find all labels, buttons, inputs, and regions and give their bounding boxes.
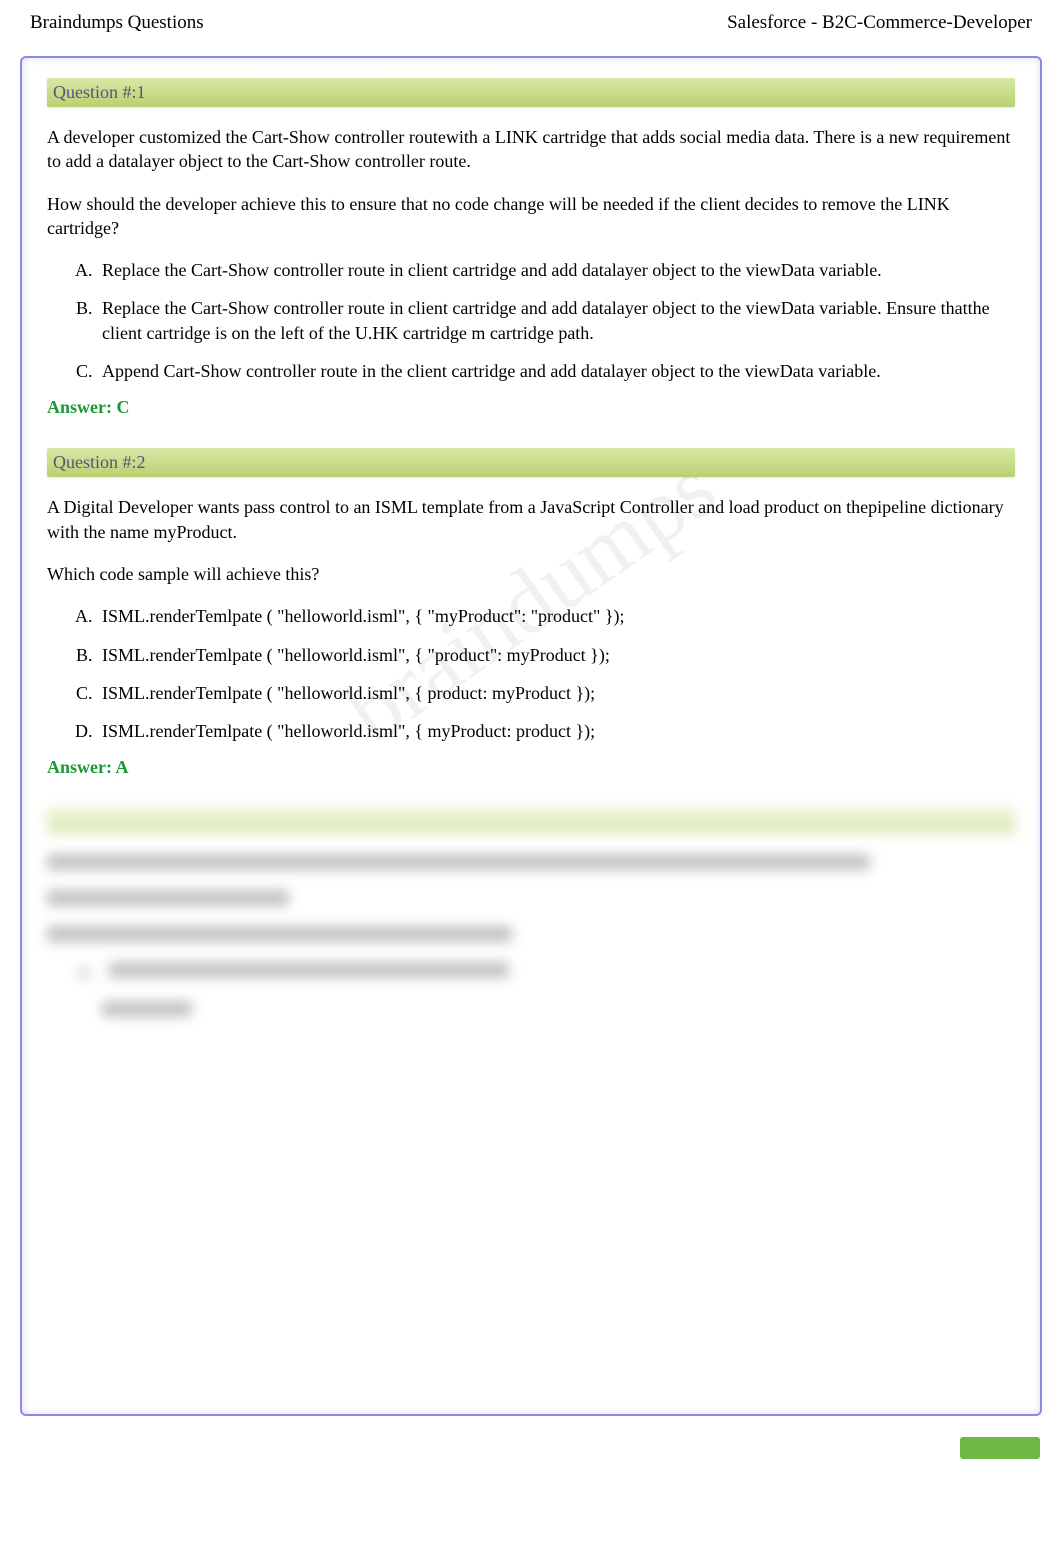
question-1-header: Question #:1: [47, 78, 1015, 107]
question-1-option-c: Append Cart-Show controller route in the…: [97, 359, 1015, 383]
blurred-option-row: A.: [77, 962, 1015, 983]
page-header: Braindumps Questions Salesforce - B2C-Co…: [0, 0, 1062, 46]
question-2-paragraph-2: Which code sample will achieve this?: [47, 562, 1015, 586]
blurred-question-section: A.: [47, 808, 1015, 1017]
question-2-option-d: ISML.renderTemlpate ( "helloworld.isml",…: [97, 719, 1015, 743]
blurred-question-header: [47, 808, 1015, 834]
question-2-paragraph-1: A Digital Developer wants pass control t…: [47, 495, 1015, 544]
question-1-option-a: Replace the Cart-Show controller route i…: [97, 258, 1015, 282]
question-1-option-b: Replace the Cart-Show controller route i…: [97, 296, 1015, 345]
blurred-option-text: [109, 962, 509, 978]
question-2-options: ISML.renderTemlpate ( "helloworld.isml",…: [97, 604, 1015, 743]
blurred-text-line: [47, 854, 870, 870]
blurred-option-text: [102, 1001, 192, 1017]
question-2-option-a: ISML.renderTemlpate ( "helloworld.isml",…: [97, 604, 1015, 628]
question-1-paragraph-1: A developer customized the Cart-Show con…: [47, 125, 1015, 174]
main-content-panel: braindumps Question #:1 A developer cust…: [20, 56, 1042, 1416]
header-left-text: Braindumps Questions: [30, 12, 204, 34]
blurred-option-letter: A.: [77, 962, 95, 983]
footer-badge: [960, 1437, 1040, 1459]
question-2-option-c: ISML.renderTemlpate ( "helloworld.isml",…: [97, 681, 1015, 705]
question-1-paragraph-2: How should the developer achieve this to…: [47, 192, 1015, 241]
question-2-header: Question #:2: [47, 448, 1015, 477]
question-1-options: Replace the Cart-Show controller route i…: [97, 258, 1015, 383]
blurred-text-line: [47, 890, 289, 906]
question-2-option-b: ISML.renderTemlpate ( "helloworld.isml",…: [97, 643, 1015, 667]
blurred-text-line: [47, 926, 512, 942]
header-right-text: Salesforce - B2C-Commerce-Developer: [727, 12, 1032, 34]
question-2-answer: Answer: A: [47, 757, 1015, 778]
question-1-answer: Answer: C: [47, 397, 1015, 418]
